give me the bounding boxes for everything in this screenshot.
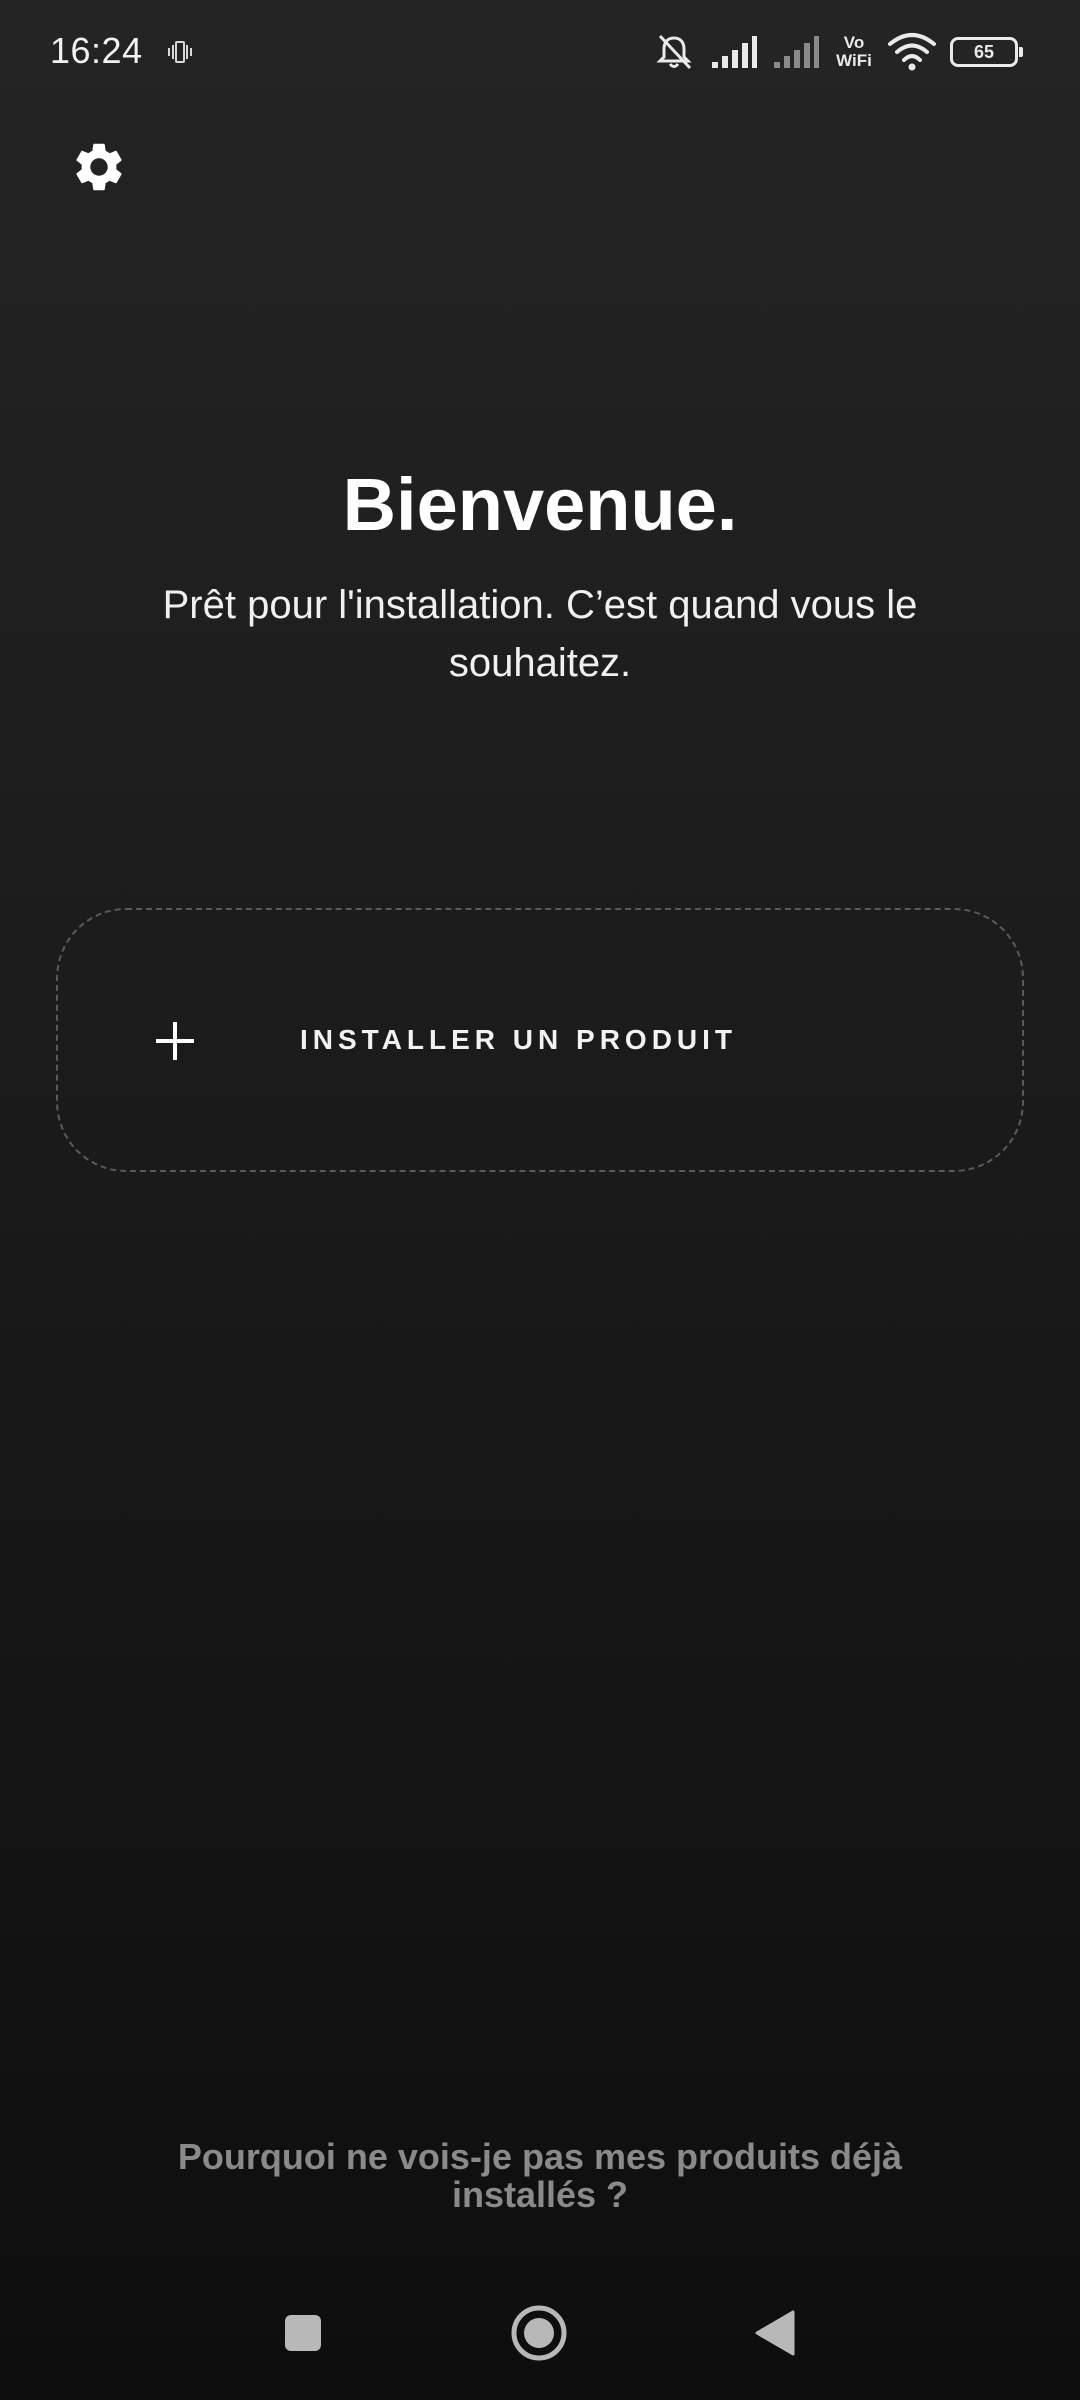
vibration-icon [168,41,192,63]
plus-icon [156,1022,194,1060]
status-bar: 16:24 Vo WiFi 65 [0,0,1080,104]
settings-button[interactable] [64,132,134,202]
wifi-icon [888,33,936,71]
mute-bell-icon [656,34,692,70]
system-nav-bar [0,2290,1080,2380]
welcome-title: Bienvenue. [342,463,738,546]
circle-icon [511,2305,567,2361]
status-icons: Vo WiFi 65 [652,28,1023,76]
battery-level: 65 [973,42,995,62]
install-product-button[interactable]: INSTALLER UN PRODUIT [56,908,1024,1172]
signal-icon-sim1 [712,36,757,68]
nav-home-button[interactable] [504,2298,574,2368]
nav-recent-button[interactable] [268,2298,338,2368]
nav-back-button[interactable] [740,2298,810,2368]
triangle-back-icon [755,2310,795,2356]
vowifi-indicator: Vo WiFi [836,33,872,70]
square-icon [285,2315,321,2351]
install-product-label: INSTALLER UN PRODUIT [300,1024,738,1055]
welcome-subtitle: Prêt pour l'installation. C’est quand vo… [162,583,918,685]
gear-icon [76,143,122,191]
signal-icon-sim2 [774,36,819,68]
battery-icon: 65 [950,37,1023,67]
help-link-products-not-visible[interactable]: Pourquoi ne vois-je pas mes produits déj… [140,2138,940,2214]
status-time: 16:24 [50,30,143,71]
